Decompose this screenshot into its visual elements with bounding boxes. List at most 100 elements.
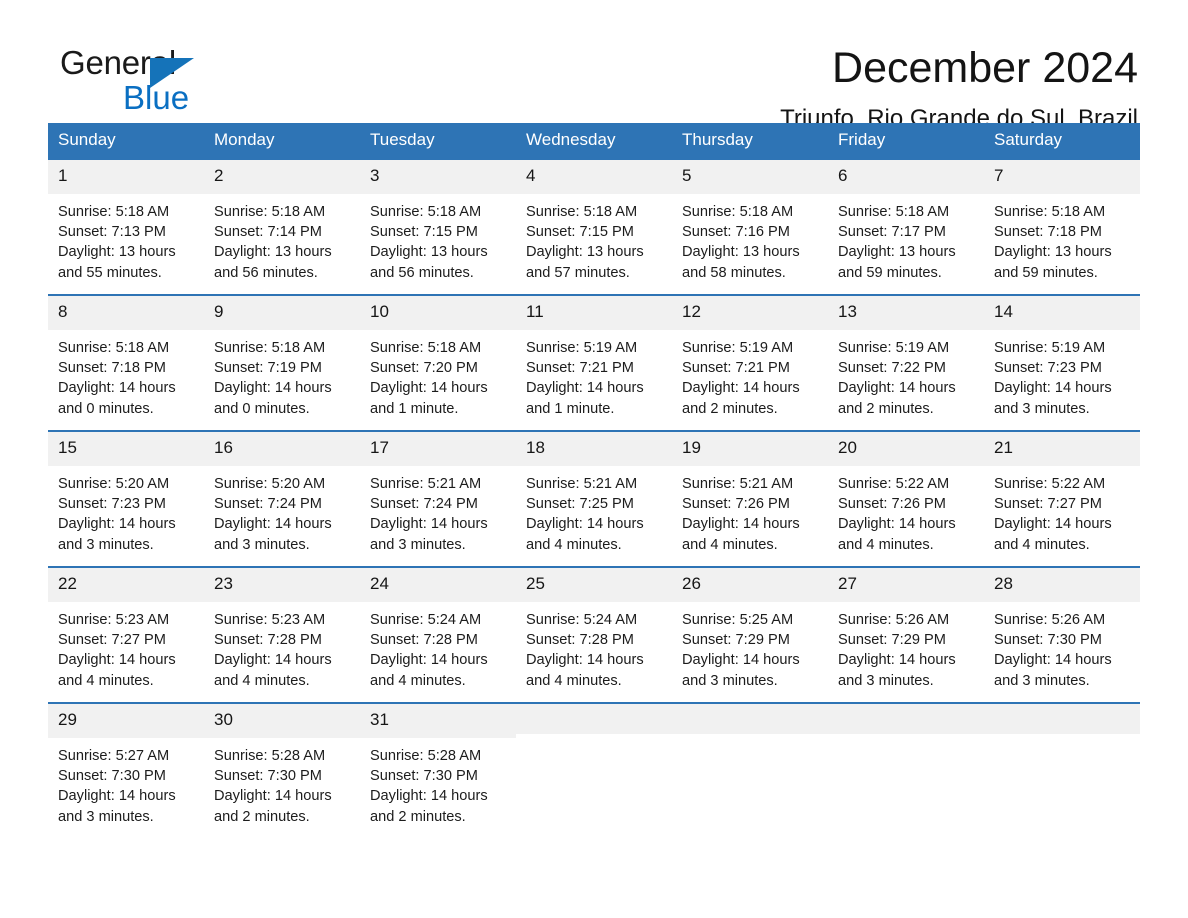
day-cell[interactable]: 16 Sunrise: 5:20 AM Sunset: 7:24 PM Dayl… [204, 432, 360, 566]
sunrise-text: Sunrise: 5:28 AM [370, 747, 482, 764]
day-number: 8 [48, 296, 204, 330]
sunrise-text: Sunrise: 5:18 AM [370, 339, 482, 356]
sunset-text: Sunset: 7:30 PM [58, 768, 166, 785]
day-cell[interactable]: 14 Sunrise: 5:19 AM Sunset: 7:23 PM Dayl… [984, 296, 1140, 430]
day-number: 27 [828, 568, 984, 602]
day-details: Sunrise: 5:18 AM Sunset: 7:15 PM Dayligh… [360, 194, 516, 283]
day-cell[interactable]: 30 Sunrise: 5:28 AM Sunset: 7:30 PM Dayl… [204, 704, 360, 838]
sunset-text: Sunset: 7:29 PM [838, 632, 946, 649]
day-cell[interactable]: 19 Sunrise: 5:21 AM Sunset: 7:26 PM Dayl… [672, 432, 828, 566]
daylight-text: Daylight: 13 hours and 59 minutes. [838, 244, 956, 281]
day-number: 5 [672, 160, 828, 194]
day-number [672, 704, 828, 735]
sunset-text: Sunset: 7:13 PM [58, 224, 166, 241]
day-cell[interactable]: 17 Sunrise: 5:21 AM Sunset: 7:24 PM Dayl… [360, 432, 516, 566]
daylight-text: Daylight: 14 hours and 4 minutes. [58, 652, 176, 689]
day-cell[interactable]: 5 Sunrise: 5:18 AM Sunset: 7:16 PM Dayli… [672, 160, 828, 294]
calendar-grid: Sunday Monday Tuesday Wednesday Thursday… [48, 123, 1140, 838]
sunset-text: Sunset: 7:28 PM [526, 632, 634, 649]
day-number: 29 [48, 704, 204, 738]
day-cell[interactable]: 29 Sunrise: 5:27 AM Sunset: 7:30 PM Dayl… [48, 704, 204, 838]
daylight-text: Daylight: 14 hours and 0 minutes. [214, 380, 332, 417]
weekday-thursday: Thursday [672, 123, 828, 159]
daylight-text: Daylight: 14 hours and 2 minutes. [838, 380, 956, 417]
sunset-text: Sunset: 7:15 PM [526, 224, 634, 241]
week-row: 15 Sunrise: 5:20 AM Sunset: 7:23 PM Dayl… [48, 430, 1140, 566]
day-cell[interactable]: 24 Sunrise: 5:24 AM Sunset: 7:28 PM Dayl… [360, 568, 516, 702]
day-cell[interactable]: 25 Sunrise: 5:24 AM Sunset: 7:28 PM Dayl… [516, 568, 672, 702]
sunset-text: Sunset: 7:18 PM [994, 224, 1102, 241]
day-cell[interactable]: 6 Sunrise: 5:18 AM Sunset: 7:17 PM Dayli… [828, 160, 984, 294]
daylight-text: Daylight: 14 hours and 3 minutes. [370, 516, 488, 553]
daylight-text: Daylight: 14 hours and 2 minutes. [214, 788, 332, 825]
day-cell[interactable]: 31 Sunrise: 5:28 AM Sunset: 7:30 PM Dayl… [360, 704, 516, 838]
day-cell[interactable]: 18 Sunrise: 5:21 AM Sunset: 7:25 PM Dayl… [516, 432, 672, 566]
sunrise-text: Sunrise: 5:19 AM [994, 339, 1106, 356]
day-cell[interactable]: 21 Sunrise: 5:22 AM Sunset: 7:27 PM Dayl… [984, 432, 1140, 566]
sunrise-text: Sunrise: 5:19 AM [838, 339, 950, 356]
day-cell[interactable]: 7 Sunrise: 5:18 AM Sunset: 7:18 PM Dayli… [984, 160, 1140, 294]
day-cell[interactable]: 9 Sunrise: 5:18 AM Sunset: 7:19 PM Dayli… [204, 296, 360, 430]
sunrise-text: Sunrise: 5:21 AM [370, 475, 482, 492]
day-details: Sunrise: 5:24 AM Sunset: 7:28 PM Dayligh… [516, 602, 672, 691]
sunrise-text: Sunrise: 5:18 AM [214, 203, 326, 220]
day-number: 7 [984, 160, 1140, 194]
sunrise-text: Sunrise: 5:18 AM [58, 339, 170, 356]
day-cell[interactable]: 26 Sunrise: 5:25 AM Sunset: 7:29 PM Dayl… [672, 568, 828, 702]
day-details: Sunrise: 5:26 AM Sunset: 7:30 PM Dayligh… [984, 602, 1140, 691]
day-number [984, 704, 1140, 735]
day-number: 19 [672, 432, 828, 466]
sunset-text: Sunset: 7:29 PM [682, 632, 790, 649]
day-cell[interactable]: 12 Sunrise: 5:19 AM Sunset: 7:21 PM Dayl… [672, 296, 828, 430]
day-number: 6 [828, 160, 984, 194]
sunset-text: Sunset: 7:16 PM [682, 224, 790, 241]
week-row: 22 Sunrise: 5:23 AM Sunset: 7:27 PM Dayl… [48, 566, 1140, 702]
generalblue-logo: General Blue [48, 46, 308, 126]
day-cell[interactable]: 11 Sunrise: 5:19 AM Sunset: 7:21 PM Dayl… [516, 296, 672, 430]
day-cell[interactable]: 2 Sunrise: 5:18 AM Sunset: 7:14 PM Dayli… [204, 160, 360, 294]
day-cell[interactable]: 15 Sunrise: 5:20 AM Sunset: 7:23 PM Dayl… [48, 432, 204, 566]
weekday-wednesday: Wednesday [516, 123, 672, 159]
day-number: 14 [984, 296, 1140, 330]
day-cell[interactable]: 27 Sunrise: 5:26 AM Sunset: 7:29 PM Dayl… [828, 568, 984, 702]
day-cell[interactable]: 22 Sunrise: 5:23 AM Sunset: 7:27 PM Dayl… [48, 568, 204, 702]
day-cell-empty [516, 704, 672, 838]
day-cell[interactable]: 13 Sunrise: 5:19 AM Sunset: 7:22 PM Dayl… [828, 296, 984, 430]
day-details: Sunrise: 5:19 AM Sunset: 7:21 PM Dayligh… [516, 330, 672, 419]
day-details: Sunrise: 5:23 AM Sunset: 7:27 PM Dayligh… [48, 602, 204, 691]
sunrise-text: Sunrise: 5:26 AM [994, 611, 1106, 628]
daylight-text: Daylight: 13 hours and 57 minutes. [526, 244, 644, 281]
sunset-text: Sunset: 7:30 PM [370, 768, 478, 785]
title-block: December 2024 Triunfo, Rio Grande do Sul… [780, 45, 1140, 133]
day-number: 12 [672, 296, 828, 330]
sunrise-text: Sunrise: 5:20 AM [58, 475, 170, 492]
sunset-text: Sunset: 7:14 PM [214, 224, 322, 241]
day-cell[interactable]: 10 Sunrise: 5:18 AM Sunset: 7:20 PM Dayl… [360, 296, 516, 430]
sunset-text: Sunset: 7:30 PM [994, 632, 1102, 649]
day-cell[interactable]: 20 Sunrise: 5:22 AM Sunset: 7:26 PM Dayl… [828, 432, 984, 566]
sunrise-text: Sunrise: 5:24 AM [526, 611, 638, 628]
day-details: Sunrise: 5:22 AM Sunset: 7:26 PM Dayligh… [828, 466, 984, 555]
daylight-text: Daylight: 14 hours and 2 minutes. [370, 788, 488, 825]
sunrise-text: Sunrise: 5:20 AM [214, 475, 326, 492]
day-cell[interactable]: 23 Sunrise: 5:23 AM Sunset: 7:28 PM Dayl… [204, 568, 360, 702]
day-number: 26 [672, 568, 828, 602]
day-number [516, 704, 672, 735]
day-number: 28 [984, 568, 1140, 602]
sunrise-text: Sunrise: 5:22 AM [994, 475, 1106, 492]
day-details: Sunrise: 5:20 AM Sunset: 7:24 PM Dayligh… [204, 466, 360, 555]
day-number: 16 [204, 432, 360, 466]
day-cell[interactable]: 1 Sunrise: 5:18 AM Sunset: 7:13 PM Dayli… [48, 160, 204, 294]
day-details: Sunrise: 5:23 AM Sunset: 7:28 PM Dayligh… [204, 602, 360, 691]
day-cell[interactable]: 3 Sunrise: 5:18 AM Sunset: 7:15 PM Dayli… [360, 160, 516, 294]
day-details: Sunrise: 5:28 AM Sunset: 7:30 PM Dayligh… [360, 738, 516, 827]
day-cell[interactable]: 8 Sunrise: 5:18 AM Sunset: 7:18 PM Dayli… [48, 296, 204, 430]
sunrise-text: Sunrise: 5:18 AM [526, 203, 638, 220]
day-number: 22 [48, 568, 204, 602]
day-details: Sunrise: 5:18 AM Sunset: 7:16 PM Dayligh… [672, 194, 828, 283]
day-cell[interactable]: 4 Sunrise: 5:18 AM Sunset: 7:15 PM Dayli… [516, 160, 672, 294]
day-cell-empty [672, 704, 828, 838]
day-details [516, 734, 672, 742]
day-cell[interactable]: 28 Sunrise: 5:26 AM Sunset: 7:30 PM Dayl… [984, 568, 1140, 702]
day-details: Sunrise: 5:18 AM Sunset: 7:18 PM Dayligh… [48, 330, 204, 419]
